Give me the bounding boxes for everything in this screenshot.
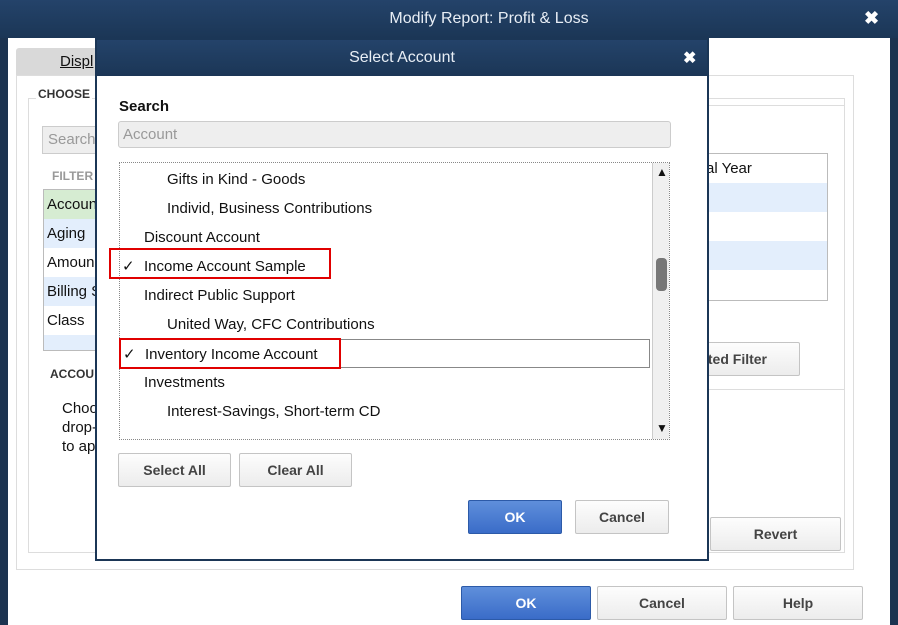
account-list[interactable]: Gifts in Kind - Goods Individ, Business C… xyxy=(119,162,670,440)
account-name: Interest-Savings, Short-term CD xyxy=(167,403,381,420)
highlight-box-income-account-sample xyxy=(109,248,331,279)
select-account-title-bar: Select Account xyxy=(97,40,707,76)
select-account-dialog: Select Account ✖ Search Account Gifts in… xyxy=(95,38,709,561)
account-section-label: ACCOU xyxy=(50,367,94,381)
scroll-thumb[interactable] xyxy=(656,258,667,291)
select-all-button[interactable]: Select All xyxy=(118,453,231,487)
scroll-down-icon[interactable]: ▼ xyxy=(656,421,668,435)
date-list-item[interactable]: scal Year xyxy=(691,154,827,183)
account-row[interactable]: Interest-Savings, Short-term CD xyxy=(120,397,650,426)
help-line: to ap xyxy=(62,438,96,455)
outer-title-bar: Modify Report: Profit & Loss xyxy=(0,0,898,38)
date-list[interactable]: scal Year xyxy=(690,153,828,301)
date-list-row[interactable] xyxy=(691,183,827,212)
search-label: Search xyxy=(119,98,170,115)
account-name: Indirect Public Support xyxy=(144,287,295,304)
outer-help-button[interactable]: Help xyxy=(733,586,863,620)
select-account-title: Select Account xyxy=(349,49,455,66)
outer-title: Modify Report: Profit & Loss xyxy=(389,10,589,27)
account-name: Gifts in Kind - Goods xyxy=(167,171,306,188)
account-row[interactable]: Indirect Public Support xyxy=(120,281,650,310)
account-name: Individ, Business Contributions xyxy=(167,200,373,217)
clear-all-button[interactable]: Clear All xyxy=(239,453,352,487)
outer-ok-button[interactable]: OK xyxy=(461,586,591,620)
outer-cancel-button[interactable]: Cancel xyxy=(597,586,727,620)
account-name: Investments xyxy=(144,374,225,391)
account-row[interactable]: Investments xyxy=(120,368,650,397)
outer-close-icon[interactable]: ✖ xyxy=(864,8,879,29)
scrollbar[interactable]: ▲ ▼ xyxy=(652,163,669,439)
account-name: United Way, CFC Contributions xyxy=(167,316,375,333)
select-account-close-icon[interactable]: ✖ xyxy=(683,48,696,68)
help-line: drop- xyxy=(62,419,98,436)
scroll-up-icon[interactable]: ▲ xyxy=(656,165,668,179)
choose-label: CHOOSE xyxy=(36,87,93,101)
date-list-row[interactable] xyxy=(691,241,827,270)
account-row[interactable]: Gifts in Kind - Goods xyxy=(120,165,650,194)
account-help-text: Choo drop- to ap xyxy=(62,399,98,456)
filter-label: FILTER xyxy=(52,169,94,183)
tab-display[interactable]: Displ xyxy=(16,48,106,76)
account-search-input[interactable]: Account xyxy=(118,121,671,148)
help-line: Choo xyxy=(62,400,98,417)
select-account-cancel-button[interactable]: Cancel xyxy=(575,500,669,534)
highlight-box-inventory-income-account xyxy=(119,338,341,369)
account-row[interactable]: Individ, Business Contributions xyxy=(120,194,650,223)
select-account-ok-button[interactable]: OK xyxy=(468,500,562,534)
account-row[interactable]: United Way, CFC Contributions xyxy=(120,310,650,339)
revert-button[interactable]: Revert xyxy=(710,517,841,551)
